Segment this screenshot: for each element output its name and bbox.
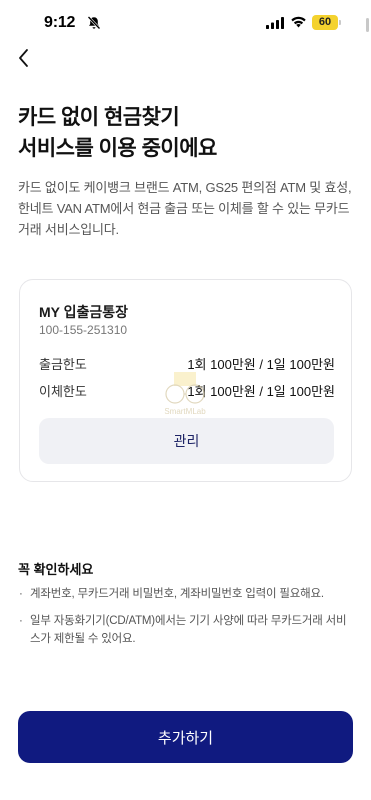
- page-title-line2: 서비스를 이용 중이에요: [18, 137, 217, 160]
- transfer-limit-label: 이체한도: [39, 384, 87, 399]
- notice-item: 계좌번호, 무카드거래 비밀번호, 계좌비밀번호 입력이 필요해요.: [18, 585, 354, 603]
- notice-title: 꼭 확인하세요: [18, 562, 94, 577]
- page-title-line1: 카드 없이 현금찾기: [18, 106, 180, 129]
- scroll-indicator: [366, 18, 369, 32]
- notice-item: 일부 자동화기기(CD/ATM)에서는 기기 사양에 따라 무카드거래 서비스가…: [18, 612, 354, 648]
- chevron-left-icon: [19, 49, 28, 67]
- account-number: 100-155-251310: [39, 323, 128, 337]
- manage-button[interactable]: 관리: [39, 418, 334, 464]
- account-name: MY 입출금통장: [39, 304, 129, 320]
- watermark-text: SmartMLab: [164, 407, 206, 416]
- signal-icon: [266, 16, 284, 29]
- notice-list: 계좌번호, 무카드거래 비밀번호, 계좌비밀번호 입력이 필요해요. 일부 자동…: [18, 585, 354, 657]
- status-bar: 9:12 60: [0, 0, 371, 46]
- watermark-logo: SmartMLab: [154, 370, 216, 418]
- bell-slash-icon: [86, 15, 102, 31]
- back-button[interactable]: [10, 44, 38, 72]
- status-time: 9:12: [44, 14, 76, 31]
- add-button[interactable]: 추가하기: [18, 711, 353, 763]
- page-title: 카드 없이 현금찾기 서비스를 이용 중이에요: [18, 102, 348, 164]
- battery-icon: 60: [312, 15, 338, 30]
- service-description: 카드 없이도 케이뱅크 브랜드 ATM, GS25 편의점 ATM 및 효성, …: [18, 180, 352, 237]
- battery-tip: [339, 20, 341, 25]
- wifi-icon: [290, 15, 307, 28]
- withdrawal-limit-label: 출금한도: [39, 357, 87, 372]
